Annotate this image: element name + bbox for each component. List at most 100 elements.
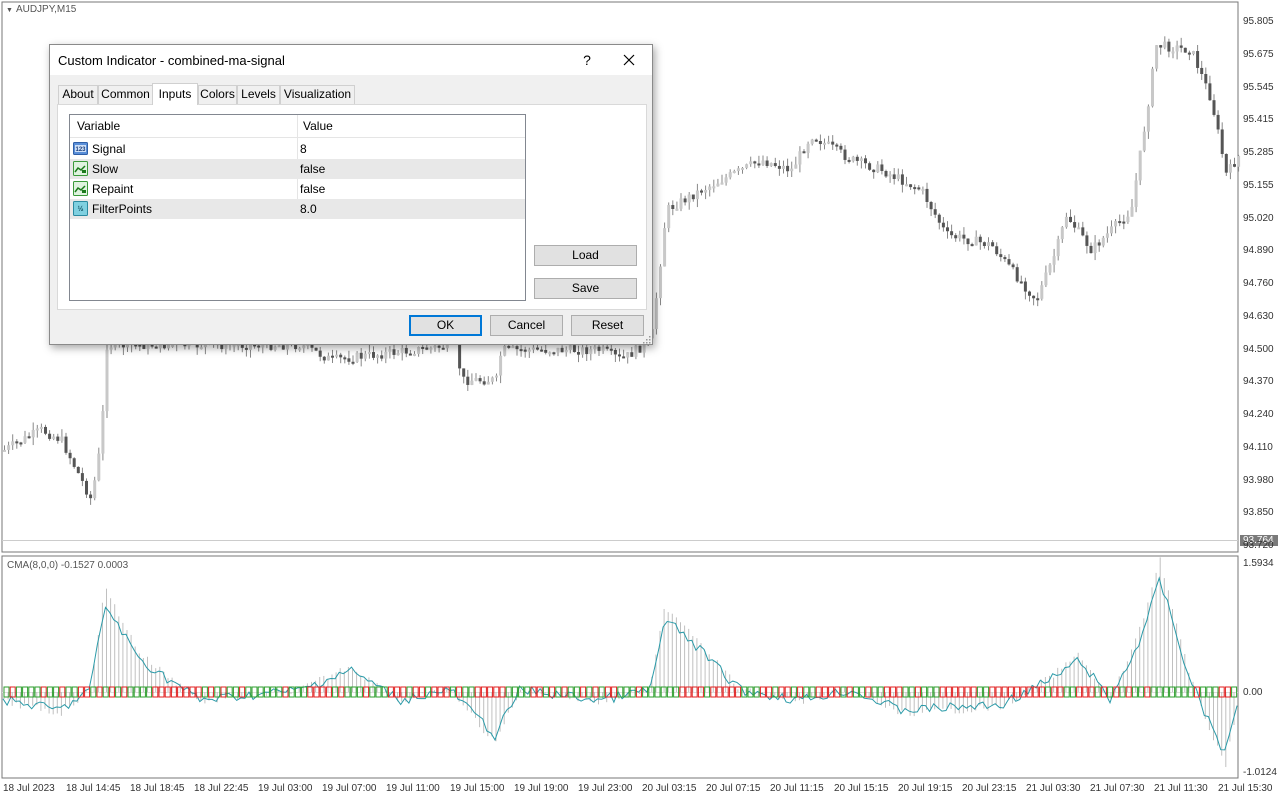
candle-body [552,352,556,355]
tab-visualization[interactable]: Visualization [280,85,355,104]
candle-body [1146,106,1150,132]
candle-body [946,227,949,232]
candle-body [1097,242,1101,246]
indicator-tick-label: 1.5934 [1243,558,1274,569]
candle-body [527,349,531,352]
save-button[interactable]: Save [534,278,637,299]
candle-body [568,345,572,350]
candle-body [1224,153,1228,173]
tab-about[interactable]: About [58,85,98,104]
candle-body [1171,51,1175,54]
cancel-button[interactable]: Cancel [490,315,563,336]
inputs-grid: Variable Value 123 Signal 8 Slow false R… [69,114,526,301]
candle-body [1007,259,1011,265]
candle-body [728,172,732,178]
load-button[interactable]: Load [534,245,637,266]
candle-body [1023,281,1027,292]
time-tick-label: 18 Jul 22:45 [194,783,249,794]
candle-body [101,411,105,454]
candle-body [531,347,535,350]
reset-button[interactable]: Reset [571,315,644,336]
candle-body [1040,285,1044,299]
price-tick-label: 94.240 [1243,409,1274,420]
candle-body [876,164,880,173]
input-value[interactable]: false [300,162,325,176]
candle-body [429,347,433,350]
close-button[interactable] [618,49,640,71]
candle-body [495,375,498,378]
collapse-triangle-icon[interactable]: ▼ [6,7,13,14]
indicator-tick-label: -1.0124 [1243,767,1277,778]
candle-body [905,184,908,187]
candle-body [273,346,277,350]
candle-body [437,345,441,348]
time-tick-label: 20 Jul 15:15 [834,783,889,794]
candle-body [700,190,703,193]
price-tick-label: 95.805 [1243,16,1274,27]
candle-body [1093,242,1097,254]
candle-body [794,164,798,169]
input-value[interactable]: 8.0 [300,202,317,216]
integer-icon: 123 [73,142,88,155]
candle-body [1228,164,1232,173]
boolean-icon [73,181,88,196]
column-variable[interactable]: Variable [77,119,120,133]
input-row-signal[interactable]: 123 Signal 8 [70,139,525,159]
candle-body [577,352,580,355]
input-value[interactable]: false [300,182,325,196]
candle-body [880,164,884,171]
candle-body [613,349,617,355]
price-tick-label: 93.720 [1243,540,1274,551]
input-value[interactable]: 8 [300,142,307,156]
candle-body [1077,227,1081,230]
boolean-icon [73,161,88,176]
ok-button[interactable]: OK [409,315,482,336]
column-value[interactable]: Value [303,119,333,133]
candle-body [39,426,43,429]
candle-body [913,187,917,190]
candle-body [48,433,52,439]
candle-body [630,352,634,357]
candle-body [950,231,954,236]
candle-body [1110,226,1113,234]
input-row-slow[interactable]: Slow false [70,159,525,179]
candle-body [536,347,539,350]
input-row-filterpoints[interactable]: ½ FilterPoints 8.0 [70,199,525,219]
dialog-titlebar[interactable]: Custom Indicator - combined-ma-signal ? [50,45,652,75]
candle-body [64,436,68,453]
candle-body [954,235,958,239]
candle-body [15,441,19,444]
candle-body [462,368,466,377]
candle-body [1216,114,1220,130]
candle-body [589,349,593,355]
inputs-panel: Variable Value 123 Signal 8 Slow false R… [57,104,647,310]
candle-body [1187,52,1191,55]
candle-body [7,445,11,450]
candle-body [1015,267,1019,282]
candle-body [392,349,396,355]
resize-grip-icon[interactable] [642,335,651,344]
candle-body [978,236,982,243]
candle-body [347,358,351,362]
candle-body [769,163,773,166]
candle-body [281,345,285,350]
candle-body [35,428,39,431]
time-tick-label: 18 Jul 18:45 [130,783,185,794]
tab-levels[interactable]: Levels [237,85,280,104]
help-button[interactable]: ? [576,49,598,71]
candle-body [941,222,945,228]
candle-body [503,345,507,356]
candle-body [991,242,995,247]
candle-body [1175,45,1179,52]
candle-body [716,183,720,187]
tab-common[interactable]: Common [98,85,153,104]
candle-body [974,236,978,246]
candle-body [1220,129,1224,154]
tab-colors[interactable]: Colors [198,85,237,104]
candle-body [909,184,913,188]
candle-body [634,345,638,357]
candle-body [1183,47,1187,53]
input-row-repaint[interactable]: Repaint false [70,179,525,199]
candle-body [720,182,724,185]
tab-inputs[interactable]: Inputs [152,83,198,105]
